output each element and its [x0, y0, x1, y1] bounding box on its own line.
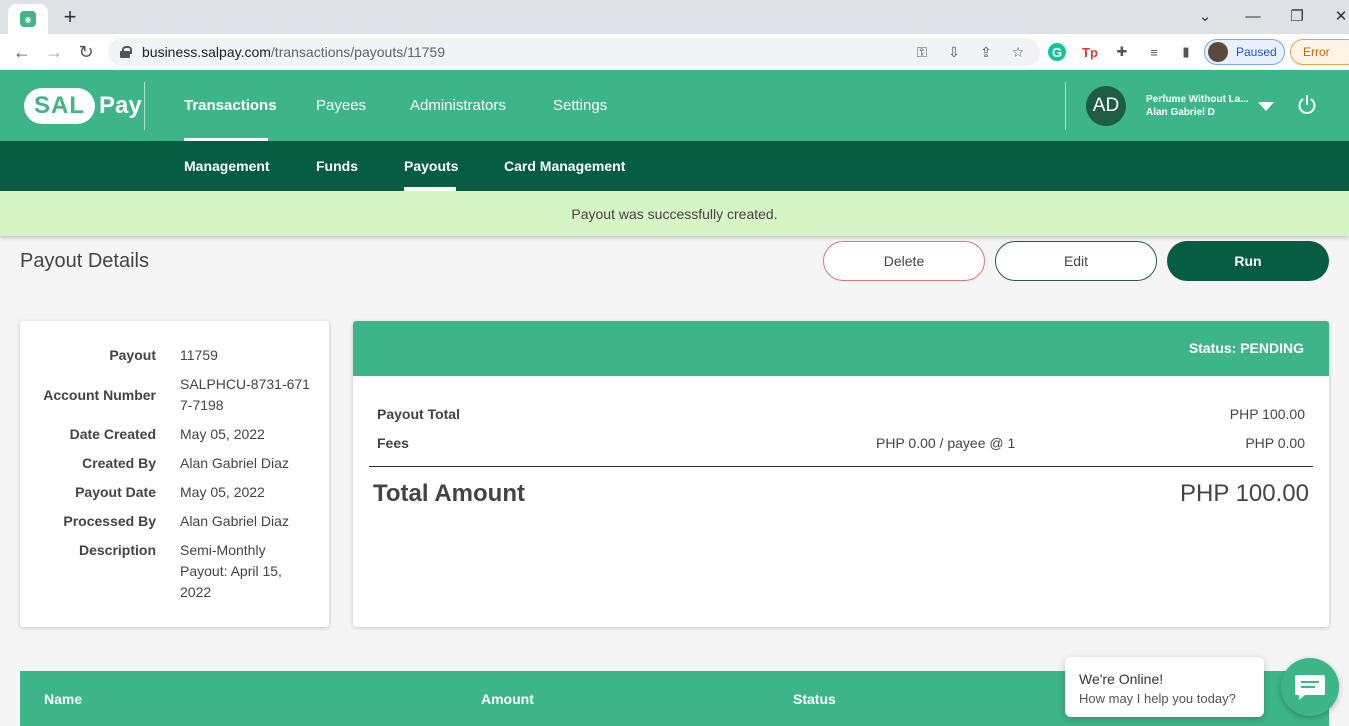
back-arrow-icon[interactable]: ←: [10, 40, 34, 64]
profile-chip[interactable]: Paused: [1204, 39, 1285, 65]
logo-pay-text: Pay: [99, 92, 142, 119]
profile-avatar: [1208, 42, 1228, 62]
side-panel-icon[interactable]: ▮: [1176, 42, 1196, 62]
column-header-status[interactable]: Status: [793, 691, 836, 707]
detail-label: Payout: [109, 347, 156, 363]
detail-label: Processed By: [63, 513, 156, 529]
key-icon[interactable]: ⚿: [912, 42, 932, 62]
extensions-puzzle-icon[interactable]: ✚: [1112, 42, 1132, 62]
logo-sal-text: SAL: [24, 88, 95, 124]
tp-extension-icon[interactable]: Tp: [1080, 42, 1100, 62]
detail-row-description: Description Semi-Monthly Payout: April 1…: [20, 540, 329, 600]
detail-value: May 05, 2022: [180, 426, 265, 442]
summary-divider: [369, 466, 1313, 467]
avatar[interactable]: AD: [1086, 86, 1126, 126]
nav-settings[interactable]: Settings: [553, 70, 607, 141]
url-text: business.salpay.com/transactions/payouts…: [142, 44, 445, 60]
total-amount-value: PHP 100.00: [1180, 480, 1309, 507]
close-window-button[interactable]: ✕: [1326, 4, 1349, 28]
detail-row-account-number: Account Number SALPHCU-8731-6717-7198: [20, 376, 329, 413]
fees-value: PHP 0.00: [1245, 435, 1305, 451]
detail-value: Alan Gabriel Diaz: [180, 513, 289, 529]
media-queue-icon[interactable]: ≡: [1144, 42, 1164, 62]
nav-administrators[interactable]: Administrators: [410, 70, 506, 141]
detail-row-payout-date: Payout Date May 05, 2022: [20, 482, 329, 503]
subnav-card-management[interactable]: Card Management: [504, 141, 625, 191]
address-bar[interactable]: business.salpay.com/transactions/payouts…: [108, 38, 1040, 66]
chevron-down-icon[interactable]: [1258, 102, 1274, 111]
summary-header: Status: PENDING: [353, 321, 1329, 376]
subnav-funds[interactable]: Funds: [316, 141, 358, 191]
status-badge: Status: PENDING: [1188, 340, 1304, 356]
install-app-icon[interactable]: ⇩: [944, 42, 964, 62]
detail-value: May 05, 2022: [180, 484, 265, 500]
salpay-favicon-icon: ◉: [20, 11, 36, 27]
browser-tab-bar: ◉ + ⌄ — ❐ ✕: [0, 0, 1349, 34]
power-icon[interactable]: [1296, 94, 1318, 116]
subnav-management[interactable]: Management: [184, 141, 270, 191]
sub-nav: Management Funds Payouts Card Management: [0, 141, 1349, 191]
browser-toolbar: ← → ↻ business.salpay.com/transactions/p…: [0, 34, 1349, 70]
detail-value: Semi-Monthly Payout: April 15, 2022: [180, 542, 282, 600]
detail-label: Payout Date: [75, 484, 156, 500]
header-divider: [144, 82, 145, 130]
chat-subtitle: How may I help you today?: [1079, 691, 1236, 706]
share-icon[interactable]: ⇪: [976, 42, 996, 62]
column-header-name[interactable]: Name: [44, 691, 82, 707]
payout-total-value: PHP 100.00: [1229, 406, 1305, 422]
fees-label: Fees: [377, 435, 409, 451]
chat-launcher-button[interactable]: [1281, 658, 1339, 716]
success-banner: Payout was successfully created.: [0, 191, 1349, 236]
detail-row-date-created: Date Created May 05, 2022: [20, 424, 329, 445]
browser-error-chip[interactable]: Error: [1290, 39, 1349, 65]
forward-arrow-icon[interactable]: →: [42, 40, 66, 64]
chat-title: We're Online!: [1079, 671, 1164, 687]
subnav-payouts[interactable]: Payouts: [404, 141, 458, 191]
detail-label: Description: [78, 542, 156, 558]
user-name: Alan Gabriel D: [1146, 107, 1215, 118]
payout-details-card: Payout 11759 Account Number SALPHCU-8731…: [20, 321, 329, 627]
app-header: SAL Pay Transactions Payees Administrato…: [0, 70, 1349, 141]
nav-transactions[interactable]: Transactions: [184, 70, 277, 141]
detail-label: Account Number: [43, 387, 156, 403]
lock-icon: [120, 46, 132, 58]
run-button[interactable]: Run: [1167, 241, 1329, 281]
delete-button[interactable]: Delete: [823, 241, 985, 281]
total-amount-label: Total Amount: [373, 480, 525, 507]
minimize-window-button[interactable]: —: [1238, 4, 1268, 28]
salpay-logo[interactable]: SAL Pay: [24, 86, 142, 126]
chat-icon: [1295, 675, 1325, 700]
page-title: Payout Details: [20, 250, 149, 272]
restore-window-button[interactable]: ❐: [1282, 4, 1312, 28]
payout-total-label: Payout Total: [377, 406, 460, 422]
browser-tab[interactable]: ◉: [8, 4, 48, 34]
header-divider-right: [1065, 82, 1066, 130]
column-header-amount[interactable]: Amount: [481, 691, 534, 707]
detail-value: SALPHCU-8731-6717-7198: [180, 376, 310, 413]
business-name: Perfume Without La...: [1146, 94, 1249, 105]
nav-payees[interactable]: Payees: [316, 70, 366, 141]
edit-button[interactable]: Edit: [995, 241, 1157, 281]
detail-row-payout: Payout 11759: [20, 345, 329, 366]
fees-rate: PHP 0.00 / payee @ 1: [876, 435, 1016, 451]
detail-row-processed-by: Processed By Alan Gabriel Diaz: [20, 511, 329, 532]
profile-status-label: Paused: [1236, 45, 1277, 59]
detail-value: 11759: [180, 347, 218, 363]
chat-greeting-bubble[interactable]: We're Online! How may I help you today?: [1065, 657, 1264, 717]
detail-label: Created By: [82, 455, 156, 471]
detail-row-created-by: Created By Alan Gabriel Diaz: [20, 453, 329, 474]
bookmark-star-icon[interactable]: ☆: [1008, 42, 1028, 62]
tab-search-chevron-icon[interactable]: ⌄: [1190, 4, 1220, 28]
new-tab-button[interactable]: +: [58, 4, 82, 30]
grammarly-extension-icon[interactable]: G: [1048, 43, 1066, 61]
payout-summary-card: Status: PENDING Payout Total PHP 100.00 …: [353, 321, 1329, 627]
detail-label: Date Created: [69, 426, 156, 442]
reload-icon[interactable]: ↻: [74, 40, 98, 64]
detail-value: Alan Gabriel Diaz: [180, 455, 289, 471]
